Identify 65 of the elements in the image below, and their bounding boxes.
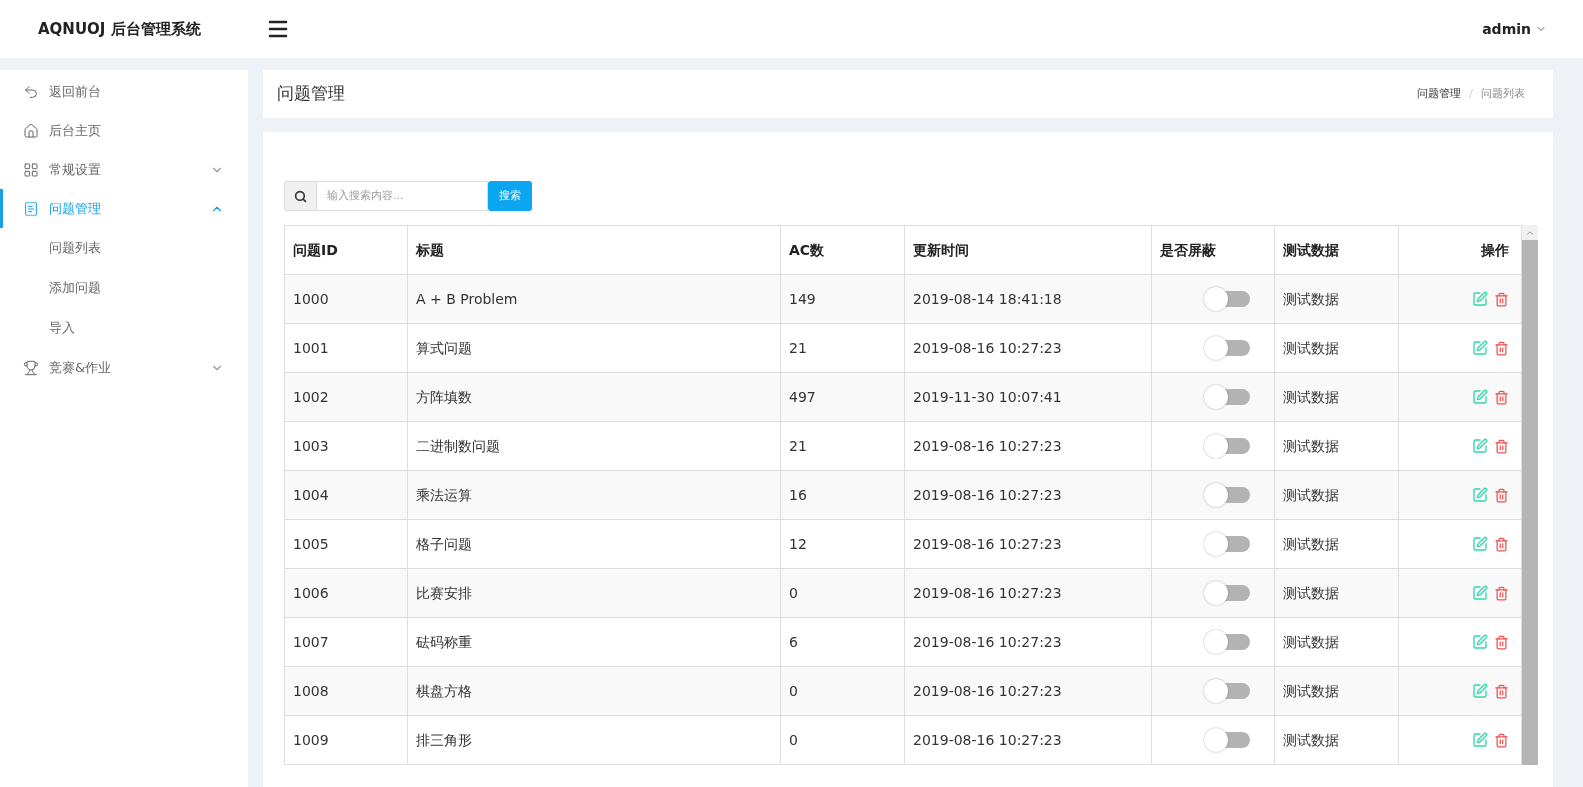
table-cell: 2019-08-16 10:27:23 [905, 716, 1152, 765]
sidebar-subitem[interactable]: 添加问题 [0, 268, 248, 308]
edit-icon[interactable] [1472, 585, 1488, 601]
delete-icon[interactable] [1494, 634, 1509, 650]
delete-icon[interactable] [1494, 389, 1509, 405]
delete-icon[interactable] [1494, 438, 1509, 454]
brand-title: AQNUOJ 后台管理系统 [38, 18, 202, 40]
edit-icon[interactable] [1472, 291, 1488, 307]
sidebar-item[interactable]: 后台主页 [0, 111, 248, 150]
sidebar-item[interactable]: 返回前台 [0, 72, 248, 111]
user-menu[interactable]: admin [1482, 18, 1547, 40]
return-arrow-icon [23, 83, 39, 100]
sidebar-item[interactable]: 常规设置 [0, 150, 248, 189]
table-cell: 排三角形 [408, 716, 781, 765]
home-icon [23, 122, 39, 139]
search-icon [294, 189, 307, 203]
breadcrumb-link[interactable]: 问题管理 [1417, 85, 1462, 103]
edit-icon[interactable] [1472, 438, 1488, 454]
delete-icon[interactable] [1494, 732, 1509, 748]
trophy-icon [23, 359, 39, 376]
toggle-switch[interactable] [1204, 679, 1250, 703]
test-data-link[interactable]: 测试数据 [1283, 484, 1339, 506]
sidebar-item[interactable]: 竞赛&作业 [0, 348, 248, 387]
test-data-link[interactable]: 测试数据 [1283, 386, 1339, 408]
breadcrumb-separator: / [1469, 85, 1473, 102]
toggle-switch[interactable] [1204, 630, 1250, 654]
sidebar-subitem[interactable]: 问题列表 [0, 228, 248, 268]
test-data-link[interactable]: 测试数据 [1283, 533, 1339, 555]
toggle-switch[interactable] [1204, 287, 1250, 311]
toggle-switch[interactable] [1204, 434, 1250, 458]
table-cell: 0 [781, 716, 905, 765]
edit-icon[interactable] [1472, 683, 1488, 699]
toggle-switch[interactable] [1204, 532, 1250, 556]
toggle-switch[interactable] [1204, 483, 1250, 507]
edit-icon[interactable] [1472, 732, 1488, 748]
delete-icon[interactable] [1494, 340, 1509, 356]
toggle-switch[interactable] [1204, 728, 1250, 752]
edit-icon[interactable] [1472, 389, 1488, 405]
edit-icon[interactable] [1472, 340, 1488, 356]
delete-icon[interactable] [1494, 536, 1509, 552]
grid-icon [23, 161, 39, 178]
test-data-link[interactable]: 测试数据 [1283, 435, 1339, 457]
test-data-link[interactable]: 测试数据 [1283, 337, 1339, 359]
delete-icon[interactable] [1494, 585, 1509, 601]
edit-icon[interactable] [1472, 634, 1488, 650]
breadcrumb-link[interactable]: 问题列表 [1481, 85, 1525, 103]
toggle-switch[interactable] [1204, 385, 1250, 409]
test-data-link[interactable]: 测试数据 [1283, 582, 1339, 604]
page-title: 问题管理 [277, 82, 346, 106]
edit-icon[interactable] [1472, 487, 1488, 503]
delete-icon[interactable] [1494, 487, 1509, 503]
sidebar-subitem[interactable]: 导入 [0, 308, 248, 348]
search-field[interactable]: 输入搜索内容... [317, 181, 488, 211]
test-data-link[interactable]: 测试数据 [1283, 288, 1339, 310]
test-data-link[interactable]: 测试数据 [1283, 631, 1339, 653]
delete-icon[interactable] [1494, 683, 1509, 699]
document-icon [23, 200, 39, 217]
toggle-switch[interactable] [1204, 336, 1250, 360]
test-data-link[interactable]: 测试数据 [1283, 729, 1339, 751]
test-data-link[interactable]: 测试数据 [1283, 680, 1339, 702]
delete-icon[interactable] [1494, 291, 1509, 307]
scrollbar[interactable] [1522, 225, 1538, 765]
table-cell: 1009 [285, 716, 408, 765]
toggle-switch[interactable] [1204, 581, 1250, 605]
edit-icon[interactable] [1472, 536, 1488, 552]
